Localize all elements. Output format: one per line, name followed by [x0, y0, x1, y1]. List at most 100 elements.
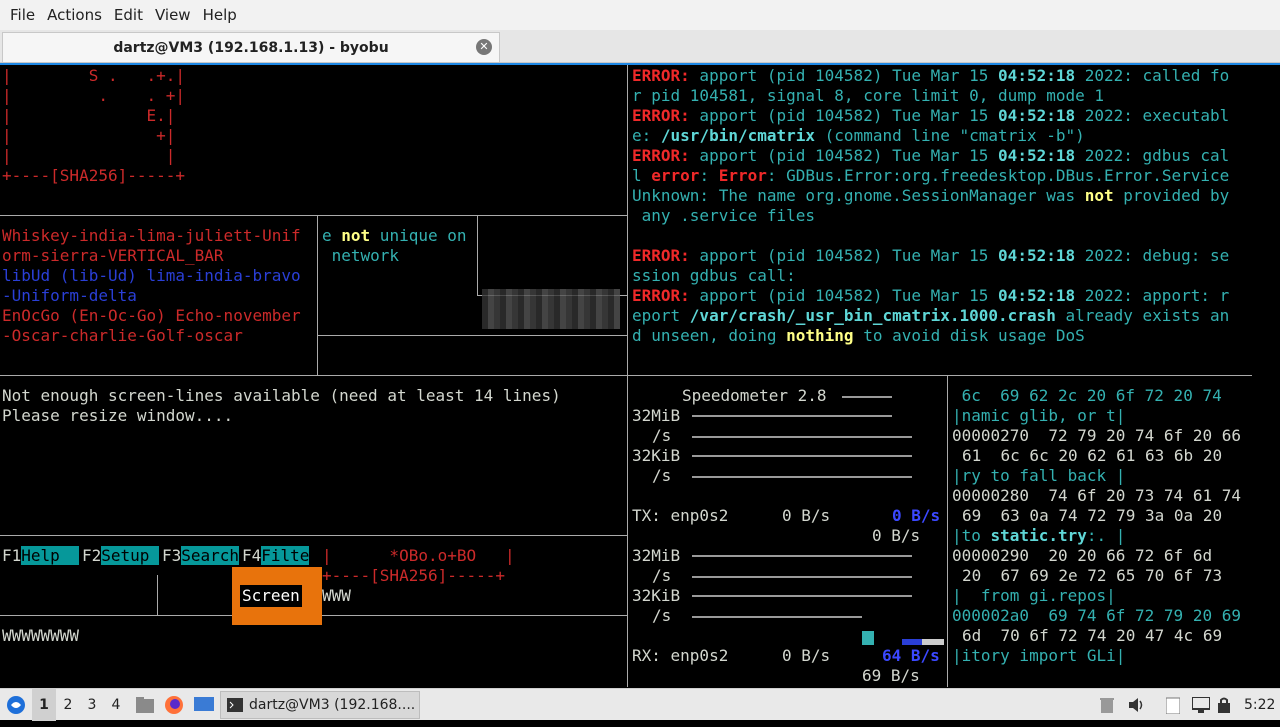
- error-line: l error: Error: GDBus.Error:org.freedesk…: [632, 166, 1230, 185]
- hexdump-line: |to static.try:. |: [952, 526, 1126, 545]
- menu-help[interactable]: Help: [197, 6, 243, 24]
- pane-divider-horizontal: [0, 215, 627, 216]
- firefox-icon[interactable]: [164, 689, 186, 721]
- phonetic-line: Whiskey-india-lima-juliett-Unif: [2, 226, 301, 245]
- clock[interactable]: 5:22: [1244, 689, 1275, 721]
- key-art-line: | S . .+.|: [2, 66, 186, 85]
- unit-label: /s: [652, 606, 672, 625]
- graph-line: [692, 616, 862, 618]
- hexdump-line: |itory import GLi|: [952, 646, 1126, 665]
- phonetic-line: EnOcGo (En-Oc-Go) Echo-november: [2, 306, 301, 325]
- key-art-line: | E.|: [2, 106, 176, 125]
- taskbar-task-terminal[interactable]: dartz@VM3 (192.168....: [220, 691, 420, 719]
- phonetic-line: libUd (lib-Ud) lima-india-bravo: [2, 266, 301, 285]
- rx-label: RX: enp0s2: [632, 646, 729, 665]
- pane-divider-h5: [0, 535, 627, 536]
- menubar: File Actions Edit View Help: [0, 0, 1280, 30]
- graph-line: [692, 555, 912, 557]
- tx-label: TX: enp0s2: [632, 506, 729, 525]
- scale-label: 32KiB: [632, 586, 681, 605]
- workspace-2[interactable]: 2: [56, 689, 80, 721]
- clipboard-icon[interactable]: [1165, 689, 1184, 721]
- graph-line: [692, 595, 912, 597]
- error-line: ERROR: apport (pid 104582) Tue Mar 15 04…: [632, 66, 1230, 85]
- hexdump-line: 00000270 72 79 20 74 6f 20 66: [952, 426, 1241, 445]
- unit-label: /s: [652, 426, 672, 445]
- network-icon[interactable]: [1191, 689, 1211, 721]
- menu-actions[interactable]: Actions: [41, 6, 108, 24]
- close-tab-icon[interactable]: ✕: [476, 39, 492, 55]
- tx-rate: 0 B/s: [782, 506, 831, 525]
- hexdump-line: |namic glib, or t|: [952, 406, 1126, 425]
- phonetic-line: -Oscar-charlie-Golf-oscar: [2, 326, 243, 345]
- resize-warning: Not enough screen-lines available (need …: [2, 386, 561, 405]
- error-line: ERROR: apport (pid 104582) Tue Mar 15 04…: [632, 246, 1230, 265]
- scale-label: 32KiB: [632, 446, 681, 465]
- pane-divider-right: [628, 375, 1252, 376]
- task-label: dartz@VM3 (192.168....: [249, 697, 416, 713]
- hexdump-line: 00000290 20 20 66 72 6f 6d: [952, 546, 1213, 565]
- screen-button[interactable]: Screen: [232, 567, 322, 625]
- scale-label: 32MiB: [632, 406, 681, 425]
- error-line: r pid 104581, signal 8, core limit 0, du…: [632, 86, 1105, 105]
- workspace-1[interactable]: 1: [32, 689, 56, 721]
- key-art-2b: +----[SHA256]-----+: [322, 566, 506, 585]
- workspace-3[interactable]: 3: [80, 689, 104, 721]
- rx-rate: 0 B/s: [782, 646, 831, 665]
- hexdump-line: 00000280 74 6f 20 73 74 61 74: [952, 486, 1241, 505]
- pane-divider-vertical: [627, 65, 628, 687]
- terminal-area[interactable]: | S . .+.| | . . +| | E.| | +| | | +----…: [0, 63, 1280, 687]
- lock-icon[interactable]: [1218, 689, 1232, 721]
- speedometer-title: Speedometer 2.8: [682, 386, 827, 405]
- f2-setup-key[interactable]: F2Setup: [82, 546, 160, 566]
- tab-bar: dartz@VM3 (192.168.1.13) - byobu ✕: [0, 30, 1280, 63]
- terminal-tab[interactable]: dartz@VM3 (192.168.1.13) - byobu ✕: [2, 32, 500, 62]
- unique-text-2: network: [322, 246, 400, 265]
- menu-edit[interactable]: Edit: [108, 6, 149, 24]
- scale-label: 32MiB: [632, 546, 681, 565]
- f3-search-key[interactable]: F3Search: [162, 546, 240, 566]
- error-line: any .service files: [632, 206, 816, 225]
- workspace-4[interactable]: 4: [104, 689, 128, 721]
- key-art-line: +----[SHA256]-----+: [2, 166, 186, 185]
- rx-current: 64 B/s: [882, 646, 940, 665]
- hexdump-line: |ry to fall back |: [952, 466, 1126, 485]
- error-line: eport /var/crash/_usr_bin_cmatrix.1000.c…: [632, 306, 1230, 325]
- hexdump-line: 6c 69 62 2c 20 6f 72 20 74: [952, 386, 1222, 405]
- www-text: WWW: [322, 586, 351, 605]
- desktop-icon[interactable]: [194, 689, 216, 721]
- start-menu-icon[interactable]: [6, 689, 28, 721]
- key-art-line: | +|: [2, 126, 176, 145]
- error-line: ssion gdbus call:: [632, 266, 796, 285]
- resize-warning-2: Please resize window....: [2, 406, 234, 425]
- hexdump-line: 69 63 0a 74 72 79 3a 0a 20: [962, 506, 1223, 525]
- error-line: e: /usr/bin/cmatrix (command line "cmatr…: [632, 126, 1085, 145]
- f4-filter-key[interactable]: F4Filte: [242, 546, 310, 566]
- rx-average: 69 B/s: [862, 666, 920, 685]
- menu-view[interactable]: View: [149, 6, 197, 24]
- tx-average: 0 B/s: [872, 526, 921, 545]
- blurred-image: [482, 289, 620, 329]
- key-art-line: | |: [2, 146, 176, 165]
- error-line: ERROR: apport (pid 104582) Tue Mar 15 04…: [632, 146, 1230, 165]
- rx-bar-blue: [902, 639, 922, 645]
- phonetic-line: orm-sierra-VERTICAL_BAR: [2, 246, 224, 265]
- menu-file[interactable]: File: [4, 6, 41, 24]
- trash-icon[interactable]: [1100, 689, 1118, 721]
- terminal-icon: [227, 698, 243, 712]
- graph-line: [692, 415, 892, 417]
- pane-divider-h4: [0, 375, 627, 376]
- error-line: ERROR: apport (pid 104582) Tue Mar 15 04…: [632, 286, 1230, 305]
- volume-icon[interactable]: [1128, 689, 1146, 721]
- key-art-2: | *OBo.o+BO |: [322, 546, 515, 565]
- hexdump-line: 20 67 69 2e 72 65 70 6f 73: [962, 566, 1223, 585]
- tab-title: dartz@VM3 (192.168.1.13) - byobu: [113, 39, 389, 56]
- tx-current: 0 B/s: [892, 506, 941, 525]
- graph-line: [842, 396, 892, 398]
- f1-help-key[interactable]: F1Help: [2, 546, 80, 566]
- rx-bar-grey: [922, 639, 944, 645]
- graph-line: [692, 455, 912, 457]
- unique-text: e not unique on: [322, 226, 467, 245]
- file-manager-icon[interactable]: [136, 689, 156, 721]
- unit-label: /s: [652, 466, 672, 485]
